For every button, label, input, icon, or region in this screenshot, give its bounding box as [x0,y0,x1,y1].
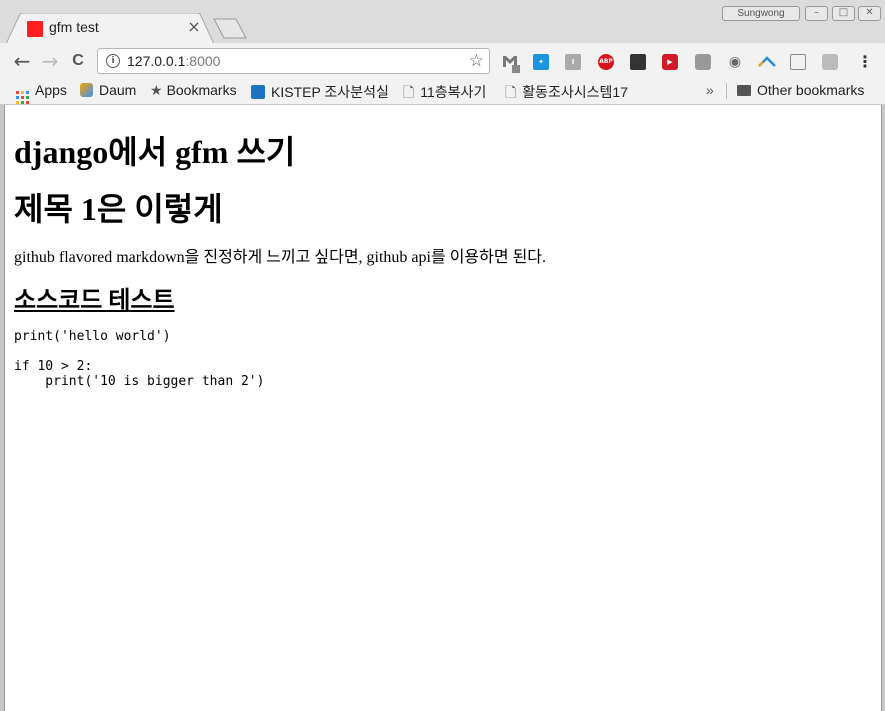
folder-icon [737,85,751,96]
panel-icon[interactable] [790,54,806,70]
close-window-button[interactable]: ✕ [858,6,881,21]
daum-icon [80,83,93,97]
page-icon: 🗋 [403,84,415,100]
bookmark-daum-label: Daum [99,82,137,98]
bookmark-bookmarks[interactable]: ★ Bookmarks [150,82,237,99]
forward-button[interactable]: → [40,51,60,71]
url-host: 127.0.0.1 [127,53,186,69]
grey-ext-icon[interactable]: I [565,54,581,70]
tab-strip: gfm test × Sungwong – □ ✕ [0,0,885,44]
url-port: :8000 [185,53,221,69]
bookmark-bookmarks-label: Bookmarks [166,82,237,98]
trello-icon [251,85,265,99]
adblock-icon[interactable]: ABP [598,54,614,70]
minimize-button[interactable]: – [805,6,828,21]
address-bar[interactable]: i 127.0.0.1:8000 ☆ [97,48,490,74]
bookmark-kistep-label: KISTEP 조사분석실 [271,84,389,100]
apps-grid-icon [16,91,29,104]
new-tab-button[interactable] [212,18,248,39]
back-button[interactable]: ← [12,51,32,71]
page-content: django에서 gfm 쓰기 제목 1은 이렇게 github flavore… [4,105,882,711]
info-icon[interactable]: i [106,54,120,68]
star-icon: ★ [150,82,163,98]
code-block: print('hello world') if 10 > 2: print('1… [14,329,265,389]
bookmark-survey-label: 활동조사시스템17 [522,84,628,100]
bookmark-star-icon[interactable]: ☆ [469,51,484,71]
bookmarks-divider [726,83,727,99]
gmail-icon[interactable] [502,54,520,73]
cloud-icon[interactable] [695,54,711,70]
menu-icon[interactable]: ⋮ [857,52,873,71]
favicon-icon [27,21,43,37]
profile-button[interactable]: Sungwong [722,6,800,21]
maximize-button[interactable]: □ [832,6,855,21]
reload-button[interactable]: C [68,51,88,71]
camera-icon[interactable]: ◉ [727,54,743,70]
bookmarks-bar: Apps Daum ★ Bookmarks KISTEP 조사분석실 🗋 11층복사… [0,78,885,105]
bird-icon[interactable]: ✦ [533,54,549,70]
film-icon[interactable] [630,54,646,70]
heading-2: 소스코드 테스트 [14,288,175,314]
video-icon[interactable]: ▶ [662,54,678,70]
bookmark-survey[interactable]: 🗋 활동조사시스템17 [505,82,628,106]
square-icon[interactable] [822,54,838,70]
bookmarks-overflow-button[interactable]: » [706,82,714,98]
bookmark-copy-label: 11층복사기 [420,84,487,100]
body-paragraph: github flavored markdown을 진정하게 느끼고 싶다면, … [14,249,547,266]
tab-title: gfm test [49,19,99,35]
tab-close-button[interactable]: × [186,18,202,36]
bookmark-other[interactable]: Other bookmarks [737,82,864,98]
heading-1: 제목 1은 이렇게 [14,191,223,227]
bookmark-daum[interactable]: Daum [80,82,136,98]
tab-active[interactable]: gfm test × [6,13,214,44]
bookmark-apps-label: Apps [35,82,67,98]
url-text: 127.0.0.1:8000 [127,53,220,69]
page-title: django에서 gfm 쓰기 [14,134,296,170]
bookmark-apps[interactable]: Apps [16,82,67,104]
page-icon: 🗋 [505,84,517,100]
browser-toolbar: ← → C i 127.0.0.1:8000 ☆ ✦ I ABP ▶ ◉ ⋮ [0,43,885,78]
bookmark-kistep[interactable]: KISTEP 조사분석실 [251,82,389,102]
bookmark-other-label: Other bookmarks [757,82,865,98]
bookmark-copy[interactable]: 🗋 11층복사기 [403,82,486,106]
arc-icon[interactable] [758,54,776,70]
